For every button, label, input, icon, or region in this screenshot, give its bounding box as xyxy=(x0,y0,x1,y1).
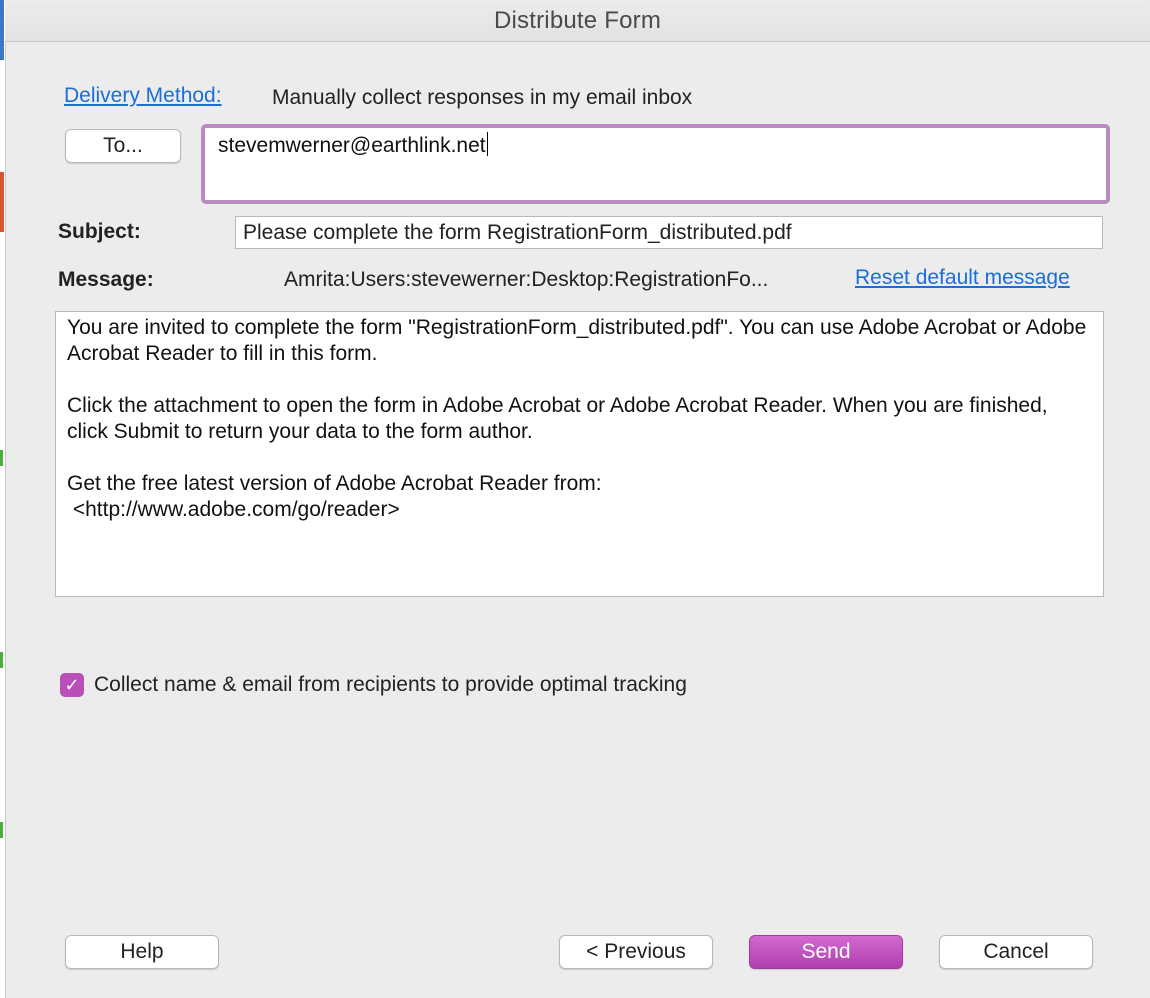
delivery-method-value: Manually collect responses in my email i… xyxy=(272,86,693,109)
collect-tracking-label[interactable]: Collect name & email from recipients to … xyxy=(94,673,687,697)
to-field[interactable]: stevemwerner@earthlink.net xyxy=(201,124,1110,204)
window-title: Distribute Form xyxy=(493,6,662,34)
message-paragraph: Get the free latest version of Adobe Acr… xyxy=(67,472,602,521)
text-caret xyxy=(486,132,488,156)
to-button-label: To... xyxy=(103,134,143,157)
to-button[interactable]: To... xyxy=(65,129,181,163)
message-textarea[interactable]: You are invited to complete the form "Re… xyxy=(55,311,1104,597)
previous-button-label: < Previous xyxy=(586,940,686,963)
send-button[interactable]: Send xyxy=(749,935,903,969)
distribute-form-dialog: Distribute Form Delivery Method: Manuall… xyxy=(0,0,1150,998)
collect-tracking-checkbox[interactable]: ✓ xyxy=(60,673,84,697)
subject-value: Please complete the form RegistrationFor… xyxy=(243,221,792,244)
send-button-label: Send xyxy=(801,940,851,963)
subject-input[interactable]: Please complete the form RegistrationFor… xyxy=(235,216,1103,249)
previous-button[interactable]: < Previous xyxy=(559,935,713,969)
reset-default-message-link[interactable]: Reset default message xyxy=(855,266,1070,290)
cancel-button-label: Cancel xyxy=(983,940,1049,963)
message-paragraph: You are invited to complete the form "Re… xyxy=(67,316,1091,365)
title-bar: Distribute Form xyxy=(5,0,1150,42)
cancel-button[interactable]: Cancel xyxy=(939,935,1093,969)
message-label: Message: xyxy=(58,268,154,291)
background-window-edge xyxy=(0,0,6,998)
subject-label: Subject: xyxy=(58,220,141,243)
message-paragraph: Click the attachment to open the form in… xyxy=(67,394,1054,443)
help-button-label: Help xyxy=(120,940,164,963)
delivery-method-link[interactable]: Delivery Method: xyxy=(64,84,222,108)
message-file-path: Amrita:Users:stevewerner:Desktop:Registr… xyxy=(284,268,769,291)
help-button[interactable]: Help xyxy=(65,935,219,969)
to-field-value: stevemwerner@earthlink.net xyxy=(218,134,486,157)
checkmark-icon: ✓ xyxy=(64,675,80,695)
